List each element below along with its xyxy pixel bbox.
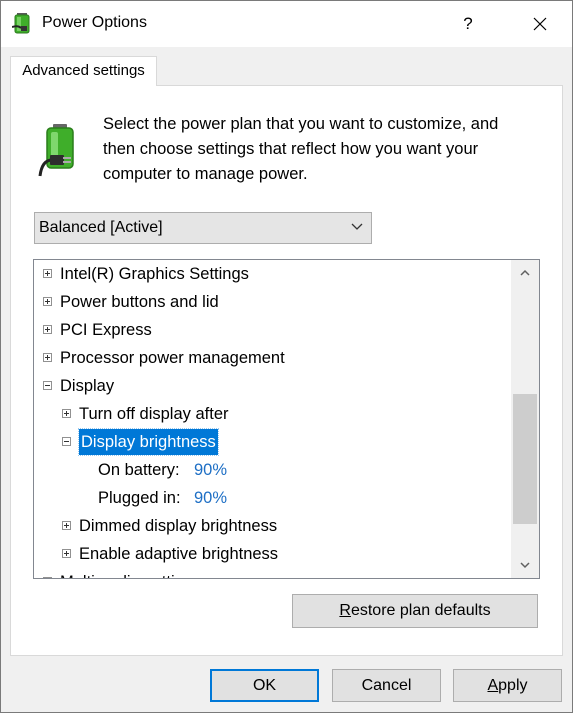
tree-item-label: Turn off display after <box>79 405 229 423</box>
tree-item-label: Power buttons and lid <box>60 293 219 311</box>
expand-plus-icon[interactable] <box>62 409 71 418</box>
tree-item-label: PCI Express <box>60 321 152 339</box>
tree-item-pci-express[interactable]: PCI Express <box>34 317 504 345</box>
power-plan-value: Balanced [Active] <box>39 219 163 236</box>
cancel-button[interactable]: Cancel <box>332 669 441 702</box>
scroll-down-button[interactable] <box>511 552 539 578</box>
apply-label: pply <box>498 677 528 694</box>
description-line: computer to manage power. <box>103 165 308 183</box>
plugged-in-value[interactable]: 90% <box>194 485 227 511</box>
tree-item-power-buttons[interactable]: Power buttons and lid <box>34 289 504 317</box>
tree-item-label: On battery: <box>98 461 180 479</box>
expand-plus-icon[interactable] <box>62 521 71 530</box>
collapse-minus-icon[interactable] <box>43 381 52 390</box>
expand-plus-icon[interactable] <box>62 549 71 558</box>
tree-item-label: Dimmed display brightness <box>79 517 278 535</box>
tree-item-display[interactable]: Display <box>34 373 504 401</box>
power-options-icon <box>12 13 30 34</box>
expand-plus-icon[interactable] <box>43 297 52 306</box>
tree-item-turn-off-display[interactable]: Turn off display after <box>34 401 504 429</box>
close-button[interactable] <box>520 5 560 43</box>
restore-plan-defaults-button[interactable]: Restore plan defaults <box>292 594 538 628</box>
tree-item-intel-graphics[interactable]: Intel(R) Graphics Settings <box>34 261 504 289</box>
tree-item-dimmed-brightness[interactable]: Dimmed display brightness <box>34 513 504 541</box>
power-plan-dropdown[interactable]: Balanced [Active] <box>34 212 372 244</box>
tree-item-plugged-in[interactable]: Plugged in: 90% <box>34 485 504 513</box>
tree-item-label: Multimedia settings <box>60 569 201 578</box>
chevron-down-icon <box>520 562 530 569</box>
tree-item-label: Intel(R) Graphics Settings <box>60 265 249 283</box>
collapse-minus-icon[interactable] <box>62 437 71 446</box>
title-bar[interactable]: Power Options ? <box>1 1 572 47</box>
settings-tree-rows: Intel(R) Graphics Settings Power buttons… <box>34 260 511 578</box>
restore-accel-key: R <box>339 602 351 619</box>
scroll-thumb[interactable] <box>513 394 537 524</box>
chevron-up-icon <box>520 269 530 276</box>
expand-plus-icon[interactable] <box>43 325 52 334</box>
settings-tree[interactable]: Intel(R) Graphics Settings Power buttons… <box>33 259 540 579</box>
battery-plug-icon <box>38 124 74 177</box>
plan-description: Select the power plan that you want to c… <box>103 112 548 187</box>
expand-plus-icon[interactable] <box>43 353 52 362</box>
apply-button[interactable]: Apply <box>453 669 562 702</box>
window-title: Power Options <box>42 14 147 31</box>
expand-plus-icon[interactable] <box>43 577 52 578</box>
tree-item-adaptive-brightness[interactable]: Enable adaptive brightness <box>34 541 504 569</box>
tab-advanced-settings[interactable]: Advanced settings <box>10 56 157 86</box>
power-options-window: Power Options ? Advanced settings Select… <box>0 0 573 713</box>
tree-item-label: Display brightness <box>78 428 219 456</box>
on-battery-value[interactable]: 90% <box>194 457 227 483</box>
tree-item-label: Processor power management <box>60 349 285 367</box>
description-line: then choose settings that reflect how yo… <box>103 140 479 158</box>
close-icon <box>533 17 547 31</box>
tree-item-multimedia[interactable]: Multimedia settings <box>34 569 504 578</box>
tree-item-processor-power[interactable]: Processor power management <box>34 345 504 373</box>
expand-plus-icon[interactable] <box>43 269 52 278</box>
ok-button[interactable]: OK <box>210 669 319 702</box>
description-line: Select the power plan that you want to c… <box>103 115 499 133</box>
chevron-down-icon <box>351 223 363 230</box>
scroll-up-button[interactable] <box>511 260 539 286</box>
advanced-settings-panel: Select the power plan that you want to c… <box>10 85 563 656</box>
tree-item-display-brightness[interactable]: Display brightness <box>34 428 504 457</box>
tree-scrollbar[interactable] <box>511 260 539 578</box>
help-button[interactable]: ? <box>449 5 487 43</box>
apply-accel-key: A <box>487 677 499 694</box>
tree-item-label: Enable adaptive brightness <box>79 545 279 563</box>
tree-item-label: Display <box>60 377 115 395</box>
tree-item-label: Plugged in: <box>98 489 181 507</box>
restore-label: estore plan defaults <box>350 602 491 619</box>
tree-item-on-battery[interactable]: On battery: 90% <box>34 457 504 485</box>
